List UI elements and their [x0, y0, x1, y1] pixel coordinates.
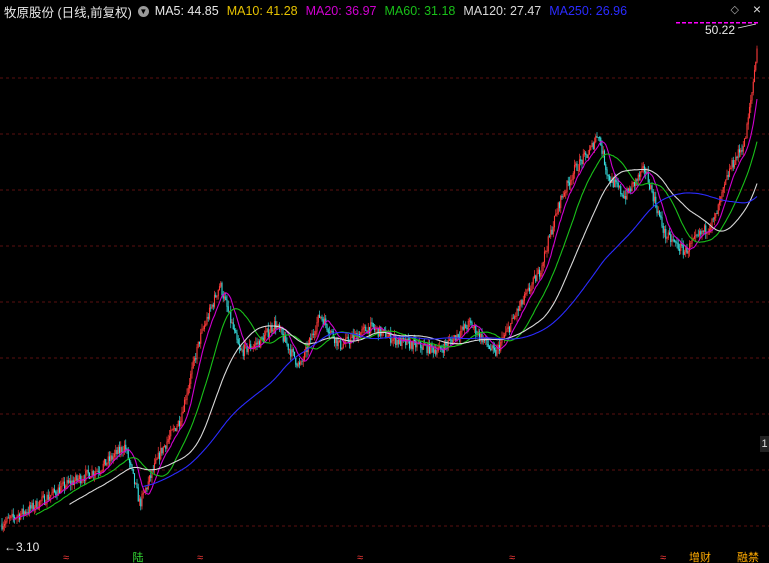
ma250-label: MA250: 26.96: [549, 4, 628, 18]
stock-title: 牧原股份 (日线,前复权): [4, 5, 132, 20]
event-marker: ≈: [357, 552, 363, 563]
ma-line-ma250: [143, 192, 758, 488]
chevron-down-icon[interactable]: ▼: [137, 5, 149, 17]
ma10-label: MA10: 41.28: [226, 4, 298, 18]
axis-edge-label: 1: [760, 436, 769, 452]
ma20-label: MA20: 36.97: [305, 4, 377, 18]
ma-line-ma20: [12, 99, 758, 521]
event-marker: ≈: [197, 552, 203, 563]
max-price-label: 50.22: [705, 23, 735, 37]
event-marker: 增财: [689, 550, 711, 563]
ma-line-ma60: [35, 141, 758, 516]
ma120-label: MA120: 27.47: [463, 4, 542, 18]
event-marker: ≈: [660, 552, 666, 563]
ma5-label: MA5: 44.85: [154, 4, 219, 18]
chart-header: 牧原股份 (日线,前复权) ▼ MA5: 44.85 MA10: 41.28 M…: [0, 0, 769, 22]
event-marker: ≈: [63, 552, 69, 563]
candlestick-chart[interactable]: 50.22 ←3.10 ≈ 陆 ≈ ≈ ≈ ≈ 增财 融禁: [0, 22, 769, 563]
event-marker: ≈: [509, 552, 515, 563]
event-marker: 融禁: [737, 551, 759, 563]
min-price-label: ←3.10: [4, 540, 40, 554]
event-marker: 陆: [133, 550, 144, 563]
ma60-label: MA60: 31.18: [384, 4, 456, 18]
max-price-pointer: [737, 23, 757, 29]
close-icon[interactable]: ×: [753, 1, 761, 17]
diamond-icon[interactable]: ◇: [731, 3, 739, 16]
